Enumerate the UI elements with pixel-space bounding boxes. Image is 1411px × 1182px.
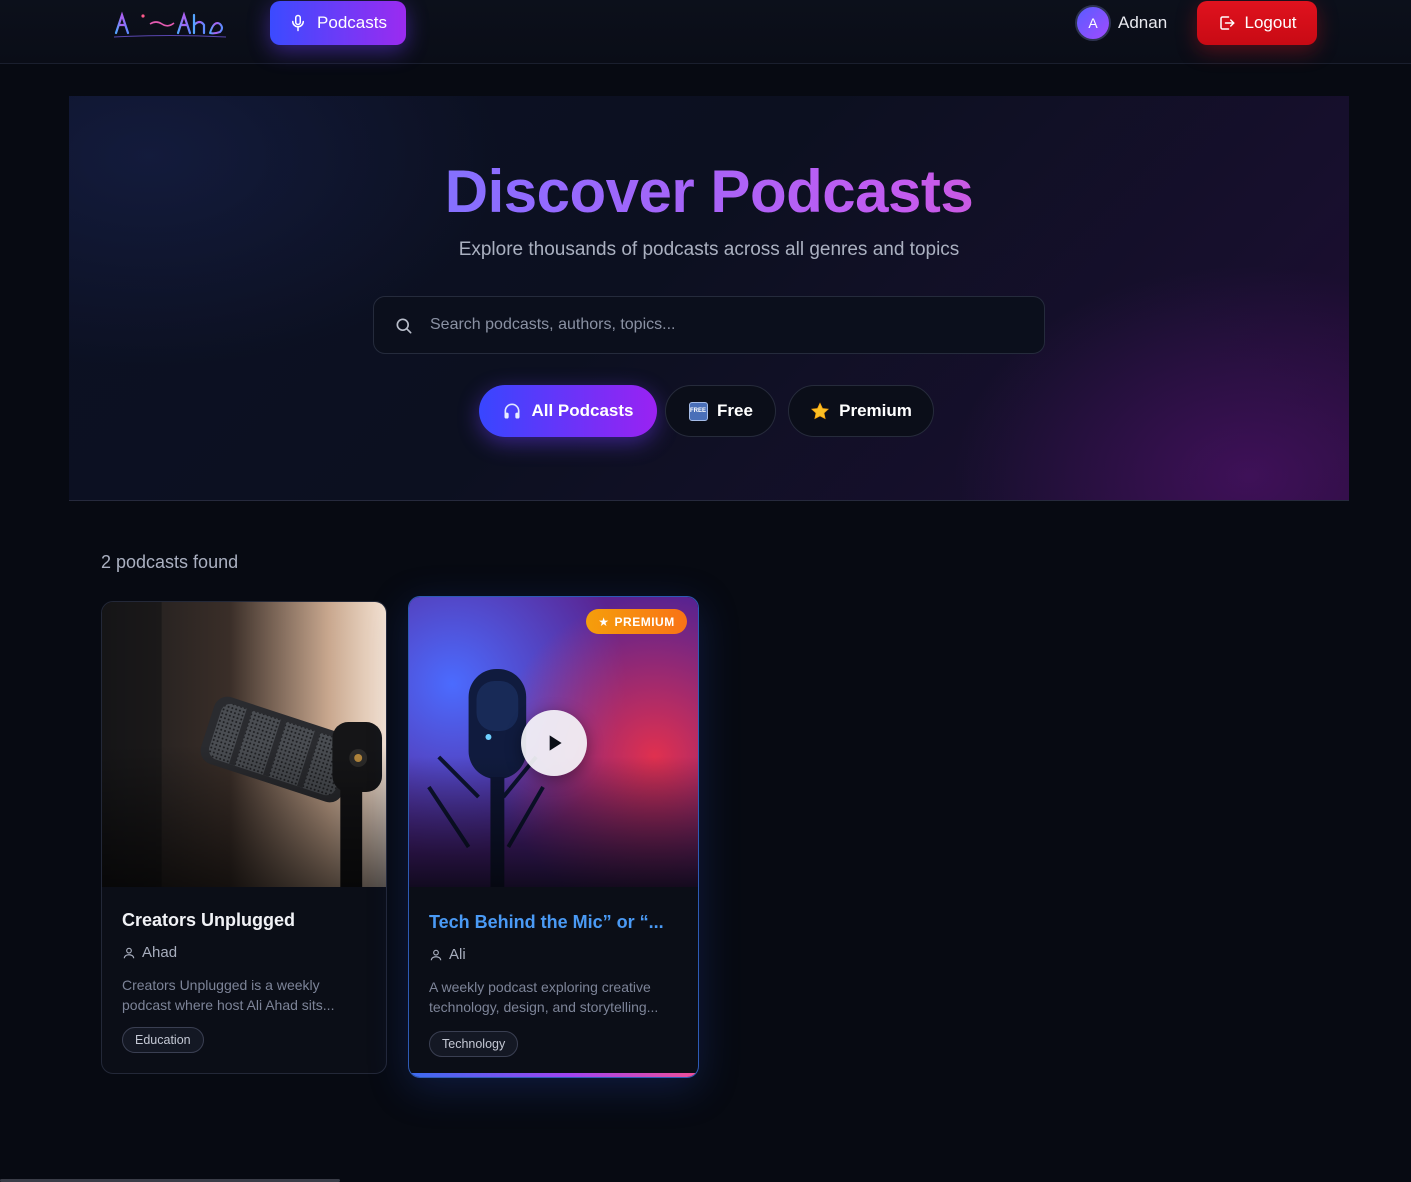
play-icon [549, 735, 562, 751]
podcast-title[interactable]: Tech Behind the Mic” or “... [429, 912, 679, 933]
logout-button[interactable]: Logout [1197, 1, 1317, 45]
microphone-icon [292, 14, 305, 32]
premium-badge-label: PREMIUM [614, 614, 675, 629]
user-name[interactable]: Adnan [1118, 13, 1167, 33]
podcast-category-tag: Education [122, 1027, 204, 1053]
avatar-initial: A [1088, 15, 1098, 31]
podcast-author-name: Ali [449, 946, 466, 963]
podcast-title[interactable]: Creators Unplugged [122, 910, 372, 931]
nav-podcasts-button[interactable]: Podcasts [270, 1, 406, 45]
star-icon: ★ [598, 614, 610, 629]
results-count: 2 podcasts found [101, 552, 239, 572]
user-icon [430, 949, 442, 960]
user-avatar[interactable]: A [1075, 5, 1111, 41]
filter-premium[interactable]: Premium [788, 385, 934, 437]
user-icon [123, 947, 135, 958]
filter-free[interactable]: FREE Free [665, 385, 776, 437]
page-subtitle: Explore thousands of podcasts across all… [458, 239, 960, 260]
hero-section: Discover Podcasts Explore thousands of p… [69, 96, 1349, 501]
headphones-icon [502, 401, 522, 421]
podcast-card-premium[interactable]: ★ PREMIUM Tech Behind the Mic” or “... A… [408, 596, 699, 1078]
card-accent-bar [409, 1073, 698, 1077]
filter-all-label: All Podcasts [531, 401, 634, 420]
app-logo[interactable] [110, 6, 230, 40]
top-navbar: Podcasts A Adnan Logout [0, 0, 1411, 64]
filter-free-label: Free [717, 401, 753, 420]
podcast-category-tag: Technology [429, 1031, 519, 1057]
logout-icon [1219, 16, 1234, 30]
search-box [373, 296, 1045, 354]
podcast-author: Ahad [122, 944, 177, 961]
free-icon: FREE [688, 401, 708, 421]
filter-all-podcasts[interactable]: All Podcasts [479, 385, 657, 437]
nav-podcasts-label: Podcasts [317, 13, 387, 32]
search-icon [396, 318, 412, 334]
page-title: Discover Podcasts [69, 156, 1349, 228]
play-button[interactable] [521, 710, 587, 776]
filter-premium-label: Premium [839, 401, 912, 420]
podcast-author-name: Ahad [142, 944, 178, 961]
podcast-card[interactable]: Creators Unplugged Ahad Creators Unplugg… [101, 601, 387, 1074]
premium-badge: ★ PREMIUM [586, 609, 687, 634]
star-icon [810, 401, 830, 421]
logout-label: Logout [1244, 13, 1297, 32]
podcast-description: Creators Unplugged is a weekly podcast w… [122, 977, 335, 1013]
search-input[interactable] [430, 297, 1030, 353]
podcast-description: A weekly podcast exploring creative tech… [429, 979, 659, 1015]
podcast-author: Ali [429, 946, 466, 963]
podcast-cover-image [102, 602, 386, 887]
